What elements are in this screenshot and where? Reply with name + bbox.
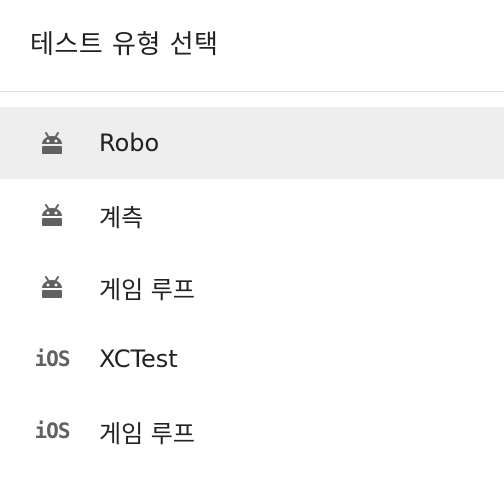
test-type-item-instrumentation[interactable]: 계측 <box>0 179 504 251</box>
test-type-label: XCTest <box>99 345 178 373</box>
ios-icon: iOS <box>34 347 71 371</box>
dialog-title: 테스트 유형 선택 <box>30 30 219 60</box>
test-type-label: Robo <box>99 129 160 157</box>
android-icon <box>32 275 72 299</box>
test-type-list: Robo 계측 게임 루프 iOS XCTest iOS 게임 루프 <box>0 107 504 467</box>
test-type-item-robo[interactable]: Robo <box>0 107 504 179</box>
test-type-label: 게임 루프 <box>99 419 195 448</box>
android-icon <box>32 203 72 227</box>
android-icon <box>32 131 72 155</box>
select-test-type-dialog: 테스트 유형 선택 Robo 계측 게임 루프 iOS XCTest iOS 게… <box>0 0 504 480</box>
test-type-label: 계측 <box>99 203 144 232</box>
test-type-item-xctest[interactable]: iOS XCTest <box>0 323 504 395</box>
dialog-header: 테스트 유형 선택 <box>0 0 504 92</box>
test-type-item-android-game-loop[interactable]: 게임 루프 <box>0 251 504 323</box>
ios-icon: iOS <box>34 419 71 443</box>
test-type-item-ios-game-loop[interactable]: iOS 게임 루프 <box>0 395 504 467</box>
test-type-label: 게임 루프 <box>99 275 195 304</box>
